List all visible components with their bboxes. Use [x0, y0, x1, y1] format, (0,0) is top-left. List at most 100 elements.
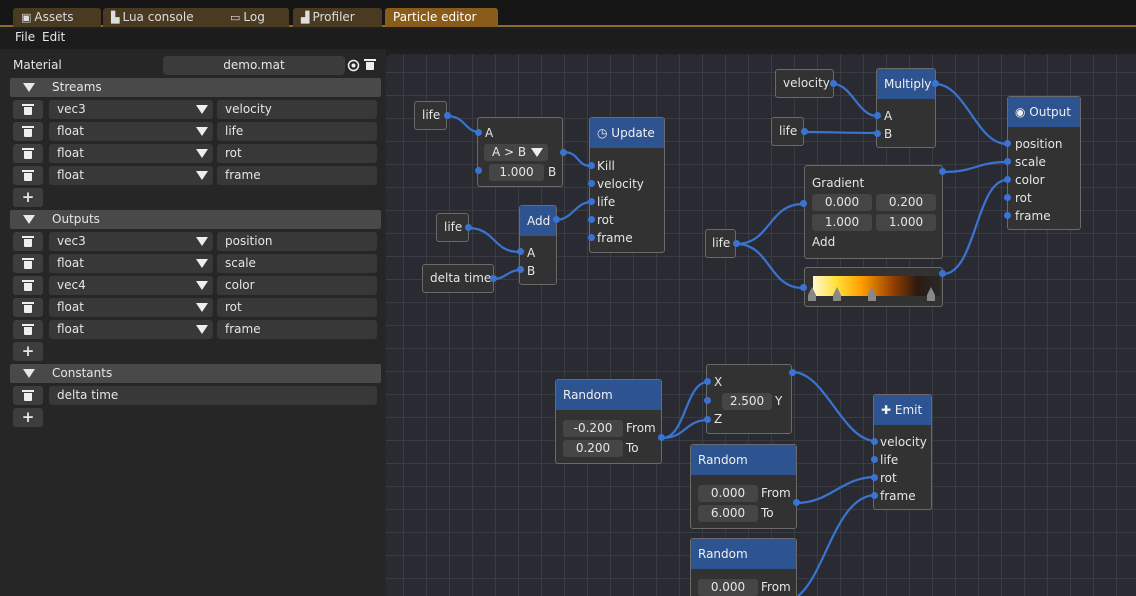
stream-name-field[interactable]: frame [217, 166, 377, 185]
menu-file[interactable]: File [15, 30, 35, 44]
outputs-header[interactable]: Outputs [10, 210, 381, 229]
output-pin[interactable] [939, 168, 946, 175]
delete-button[interactable] [13, 122, 43, 141]
input-pin[interactable] [517, 266, 524, 273]
input-pin[interactable] [517, 248, 524, 255]
input-pin[interactable] [874, 112, 881, 119]
compare-value-field[interactable]: 1.000 [489, 164, 544, 181]
output-pin[interactable] [465, 224, 472, 231]
stream-name-field[interactable]: life [217, 122, 377, 141]
random-node[interactable]: Random -0.200 From 0.200 To [555, 379, 662, 464]
gradient-stop-position-field[interactable]: 0.200 [876, 194, 936, 211]
delete-button[interactable] [13, 276, 43, 295]
output-node[interactable]: ◉ Output position scale color rot frame [1007, 96, 1081, 230]
add-output-button[interactable]: + [13, 342, 43, 361]
stream-name-field[interactable]: rot [217, 144, 377, 163]
output-pin[interactable] [490, 275, 497, 282]
input-pin[interactable] [704, 378, 711, 385]
input-pin[interactable] [1004, 176, 1011, 183]
menu-edit[interactable]: Edit [42, 30, 65, 44]
life-input-node[interactable]: life [705, 229, 736, 258]
type-dropdown[interactable]: float [49, 122, 213, 141]
gradient-node[interactable]: Gradient 0.000 0.200 1.000 1.000 Add [804, 165, 943, 259]
color-gradient-node[interactable] [804, 267, 943, 307]
input-pin[interactable] [1004, 194, 1011, 201]
output-name-field[interactable]: color [217, 276, 377, 295]
input-pin[interactable] [871, 492, 878, 499]
tab-assets[interactable]: ▣ Assets [13, 8, 101, 27]
constants-header[interactable]: Constants [10, 364, 381, 383]
input-pin[interactable] [475, 129, 482, 136]
delete-button[interactable] [13, 386, 43, 405]
multiply-node[interactable]: Multiply A B [876, 68, 936, 148]
add-node[interactable]: Add A B [519, 205, 557, 285]
vector-xyz-node[interactable]: X 2.500 Y Z [706, 364, 792, 434]
delete-button[interactable] [13, 320, 43, 339]
gradient-stop-marker[interactable] [808, 287, 816, 295]
output-pin[interactable] [939, 270, 946, 277]
delete-button[interactable] [13, 232, 43, 251]
input-pin[interactable] [871, 474, 878, 481]
output-pin[interactable] [789, 369, 796, 376]
random-to-field[interactable]: 0.200 [563, 440, 623, 457]
add-stop-button[interactable]: Add [812, 235, 835, 249]
input-pin[interactable] [704, 416, 711, 423]
trash-icon[interactable] [364, 59, 376, 72]
constant-name-field[interactable]: delta time [49, 386, 377, 405]
input-pin[interactable] [704, 397, 711, 404]
streams-header[interactable]: Streams [10, 78, 381, 97]
delete-button[interactable] [13, 100, 43, 119]
delete-button[interactable] [13, 254, 43, 273]
gradient-stop-marker[interactable] [868, 287, 876, 295]
output-name-field[interactable]: frame [217, 320, 377, 339]
output-name-field[interactable]: rot [217, 298, 377, 317]
operator-dropdown[interactable]: A > B [484, 144, 548, 161]
input-pin[interactable] [1004, 158, 1011, 165]
stream-name-field[interactable]: velocity [217, 100, 377, 119]
input-pin[interactable] [871, 456, 878, 463]
input-pin[interactable] [800, 200, 807, 207]
output-pin[interactable] [733, 240, 740, 247]
node-editor-canvas[interactable]: life A A > B 1.000 B ◷ Update Kill veloc… [386, 54, 1136, 596]
random-from-field[interactable]: 0.000 [698, 579, 758, 596]
update-node[interactable]: ◷ Update Kill velocity life rot frame [589, 117, 665, 253]
delete-button[interactable] [13, 298, 43, 317]
output-pin[interactable] [553, 216, 560, 223]
type-dropdown[interactable]: float [49, 298, 213, 317]
delete-button[interactable] [13, 144, 43, 163]
emit-node[interactable]: ✚ Emit velocity life rot frame [873, 394, 932, 510]
type-dropdown[interactable]: float [49, 166, 213, 185]
random-node[interactable]: Random 0.000 From 6.000 To [690, 444, 797, 529]
type-dropdown[interactable]: float [49, 254, 213, 273]
add-constant-button[interactable]: + [13, 408, 43, 427]
random-from-field[interactable]: 0.000 [698, 485, 758, 502]
input-pin[interactable] [871, 438, 878, 445]
input-pin[interactable] [588, 198, 595, 205]
random-from-field[interactable]: -0.200 [563, 420, 623, 437]
tab-log[interactable]: ▭ Log [222, 8, 289, 27]
output-pin[interactable] [801, 128, 808, 135]
input-pin[interactable] [475, 167, 482, 174]
output-name-field[interactable]: position [217, 232, 377, 251]
life-input-node[interactable]: life [771, 117, 804, 146]
output-pin[interactable] [932, 80, 939, 87]
output-pin[interactable] [444, 112, 451, 119]
input-pin[interactable] [1004, 140, 1011, 147]
output-pin[interactable] [830, 80, 837, 87]
delta-time-node[interactable]: delta time [422, 264, 494, 293]
gradient-stop-position-field[interactable]: 0.000 [812, 194, 872, 211]
tab-particle-editor[interactable]: Particle editor [385, 8, 498, 27]
input-pin[interactable] [588, 216, 595, 223]
gradient-stop-value-field[interactable]: 1.000 [876, 214, 936, 231]
material-field[interactable]: demo.mat [163, 56, 345, 75]
output-pin[interactable] [793, 499, 800, 506]
output-pin[interactable] [560, 149, 567, 156]
compare-node[interactable]: A A > B 1.000 B [477, 117, 563, 187]
add-stream-button[interactable]: + [13, 188, 43, 207]
input-pin[interactable] [1004, 212, 1011, 219]
output-name-field[interactable]: scale [217, 254, 377, 273]
gradient-stop-value-field[interactable]: 1.000 [812, 214, 872, 231]
output-pin[interactable] [658, 434, 665, 441]
gradient-stop-marker[interactable] [833, 287, 841, 295]
gradient-stop-marker[interactable] [927, 287, 935, 295]
